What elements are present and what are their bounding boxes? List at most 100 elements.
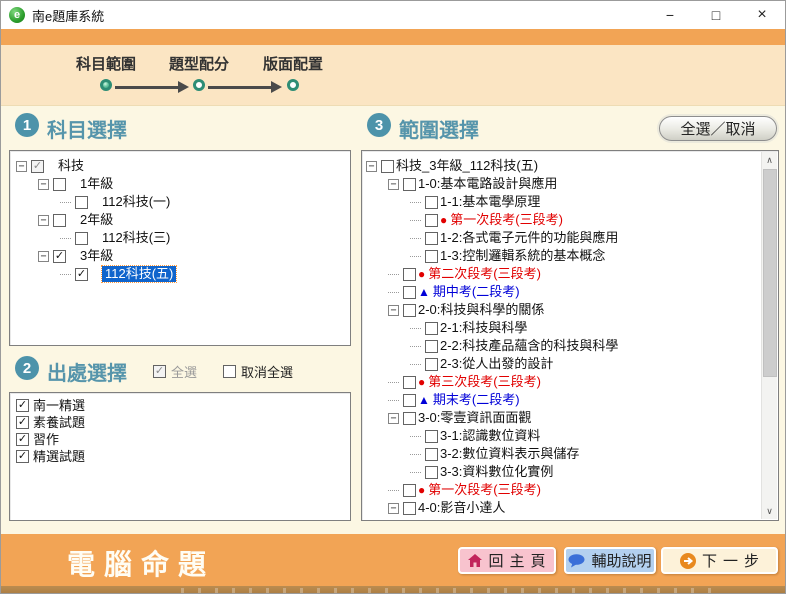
tree-label[interactable]: 2-0:科技與科學的關係	[418, 302, 544, 318]
tree-checkbox[interactable]	[425, 196, 438, 209]
subject-tree-row[interactable]: −✓3年級	[10, 247, 350, 265]
tree-checkbox[interactable]	[403, 502, 416, 515]
source-checkbox[interactable]: ✓	[16, 450, 29, 463]
tree-checkbox[interactable]	[425, 358, 438, 371]
tree-checkbox[interactable]	[425, 232, 438, 245]
tree-label[interactable]: 1-2:各式電子元件的功能與應用	[440, 230, 618, 246]
tree-expander-icon[interactable]: −	[388, 413, 399, 424]
source-label[interactable]: 精選試題	[33, 449, 85, 465]
tree-expander-icon[interactable]: −	[38, 179, 49, 190]
tree-checkbox[interactable]	[403, 484, 416, 497]
tree-checkbox[interactable]	[425, 214, 438, 227]
tree-checkbox[interactable]	[53, 178, 66, 191]
minimize-button[interactable]: −	[647, 1, 693, 29]
tree-label[interactable]: 期末考(二段考)	[433, 392, 520, 408]
step-circle-3-icon[interactable]	[287, 79, 299, 91]
tree-checkbox[interactable]	[403, 304, 416, 317]
tree-label[interactable]: 科技	[58, 158, 84, 174]
range-tree-panel[interactable]: − 科技_3年級_112科技(五) − 1-0:基本電路設計與應用 1-1:基本電學原理…	[361, 150, 779, 521]
tree-checkbox[interactable]	[75, 232, 88, 245]
tree-checkbox[interactable]	[425, 466, 438, 479]
source-label[interactable]: 習作	[33, 432, 59, 448]
tree-label[interactable]: 2-2:科技產品蘊含的科技與科學	[440, 338, 618, 354]
range-tree-row[interactable]: ●第二次段考(三段考)	[362, 265, 758, 283]
range-tree-row[interactable]: 3-3:資料數位化實例	[362, 463, 758, 481]
scroll-up-icon[interactable]: ∧	[762, 152, 777, 168]
source-checkbox[interactable]: ✓	[16, 433, 29, 446]
subject-tree-row[interactable]: 112科技(三)	[10, 229, 350, 247]
tree-label[interactable]: 112科技(一)	[102, 194, 170, 210]
tree-checkbox[interactable]	[425, 448, 438, 461]
range-tree-row[interactable]: ●第一次段考(三段考)	[362, 211, 758, 229]
tree-label[interactable]: 3-1:認識數位資料	[440, 428, 540, 444]
source-label[interactable]: 南一精選	[33, 398, 85, 414]
tree-checkbox[interactable]	[403, 412, 416, 425]
tree-label[interactable]: 1年級	[80, 176, 113, 192]
tree-label[interactable]: 1-3:控制邏輯系統的基本概念	[440, 248, 605, 264]
tree-label[interactable]: 科技_3年級_112科技(五)	[396, 158, 538, 174]
step-circle-1-icon[interactable]	[100, 79, 112, 91]
range-tree-row[interactable]: − 2-0:科技與科學的關係	[362, 301, 758, 319]
tree-checkbox[interactable]	[425, 430, 438, 443]
source-list-panel[interactable]: ✓南一精選✓素養試題✓習作✓精選試題	[9, 392, 351, 521]
tree-expander-icon[interactable]: −	[388, 305, 399, 316]
tree-label[interactable]: 3年級	[80, 248, 113, 264]
home-button[interactable]: 回主頁	[458, 547, 556, 574]
range-tree-row[interactable]: 1-1:基本電學原理	[362, 193, 758, 211]
tree-checkbox[interactable]	[53, 214, 66, 227]
range-tree-row[interactable]: ▲期中考(二段考)	[362, 283, 758, 301]
tree-expander-icon[interactable]: −	[388, 503, 399, 514]
range-tree-row[interactable]: ▲期末考(二段考)	[362, 391, 758, 409]
tree-checkbox[interactable]	[425, 340, 438, 353]
source-list-item[interactable]: ✓ 習作	[10, 431, 350, 448]
tree-label[interactable]: 1-1:基本電學原理	[440, 194, 540, 210]
next-step-button[interactable]: 下一步	[661, 547, 778, 574]
tree-checkbox[interactable]	[403, 394, 416, 407]
range-tree-row[interactable]: 3-2:數位資料表示與儲存	[362, 445, 758, 463]
subject-tree-row[interactable]: − 2年級	[10, 211, 350, 229]
source-list-item[interactable]: ✓ 精選試題	[10, 448, 350, 465]
tree-label[interactable]: 2年級	[80, 212, 113, 228]
step-circle-2-icon[interactable]	[193, 79, 205, 91]
tree-label[interactable]: 1-0:基本電路設計與應用	[418, 176, 557, 192]
tree-expander-icon[interactable]: −	[38, 215, 49, 226]
tree-checkbox[interactable]	[403, 286, 416, 299]
select-all-checkbox[interactable]: ✓	[153, 365, 166, 378]
source-checkbox[interactable]: ✓	[16, 399, 29, 412]
tree-expander-icon[interactable]: −	[38, 251, 49, 262]
tree-label[interactable]: 第三次段考(三段考)	[428, 374, 541, 390]
deselect-all-checkbox[interactable]	[223, 365, 236, 378]
select-all-toggle-button[interactable]: 全選／取消	[659, 116, 777, 141]
range-tree-row[interactable]: − 4-0:影音小達人	[362, 499, 758, 517]
tree-label[interactable]: 3-2:數位資料表示與儲存	[440, 446, 579, 462]
tree-label[interactable]: 第一次段考(三段考)	[450, 212, 563, 228]
scrollbar-thumb[interactable]	[763, 169, 777, 377]
tree-expander-icon[interactable]: −	[366, 161, 377, 172]
tree-label[interactable]: 第一次段考(三段考)	[428, 482, 541, 498]
tree-label[interactable]: 第二次段考(三段考)	[428, 266, 541, 282]
maximize-button[interactable]: □	[693, 1, 739, 29]
range-tree-row[interactable]: 1-2:各式電子元件的功能與應用	[362, 229, 758, 247]
tree-label[interactable]: 3-0:零壹資訊面面觀	[418, 410, 531, 426]
range-tree-row[interactable]: − 1-0:基本電路設計與應用	[362, 175, 758, 193]
source-list-item[interactable]: ✓ 南一精選	[10, 397, 350, 414]
tree-label[interactable]: 3-3:資料數位化實例	[440, 464, 553, 480]
tree-checkbox[interactable]	[381, 160, 394, 173]
subject-tree-row[interactable]: ✓ 112科技(五)	[10, 265, 350, 283]
tree-checkbox[interactable]	[425, 322, 438, 335]
range-tree-row[interactable]: 2-1:科技與科學	[362, 319, 758, 337]
subject-tree-row[interactable]: − 1年級	[10, 175, 350, 193]
tree-checkbox[interactable]	[403, 268, 416, 281]
tree-checkbox[interactable]	[403, 376, 416, 389]
tree-label[interactable]: 4-0:影音小達人	[418, 500, 505, 516]
tree-label[interactable]: 112科技(五)	[102, 266, 176, 282]
tree-expander-icon[interactable]: −	[16, 161, 27, 172]
tree-label[interactable]: 2-3:從人出發的設計	[440, 356, 553, 372]
range-tree-row[interactable]: − 3-0:零壹資訊面面觀	[362, 409, 758, 427]
tree-expander-icon[interactable]: −	[388, 179, 399, 190]
tree-checkbox[interactable]: ✓	[31, 160, 44, 173]
scroll-down-icon[interactable]: ∨	[762, 503, 777, 519]
source-checkbox[interactable]: ✓	[16, 416, 29, 429]
tree-checkbox[interactable]: ✓	[75, 268, 88, 281]
tree-checkbox[interactable]	[425, 250, 438, 263]
